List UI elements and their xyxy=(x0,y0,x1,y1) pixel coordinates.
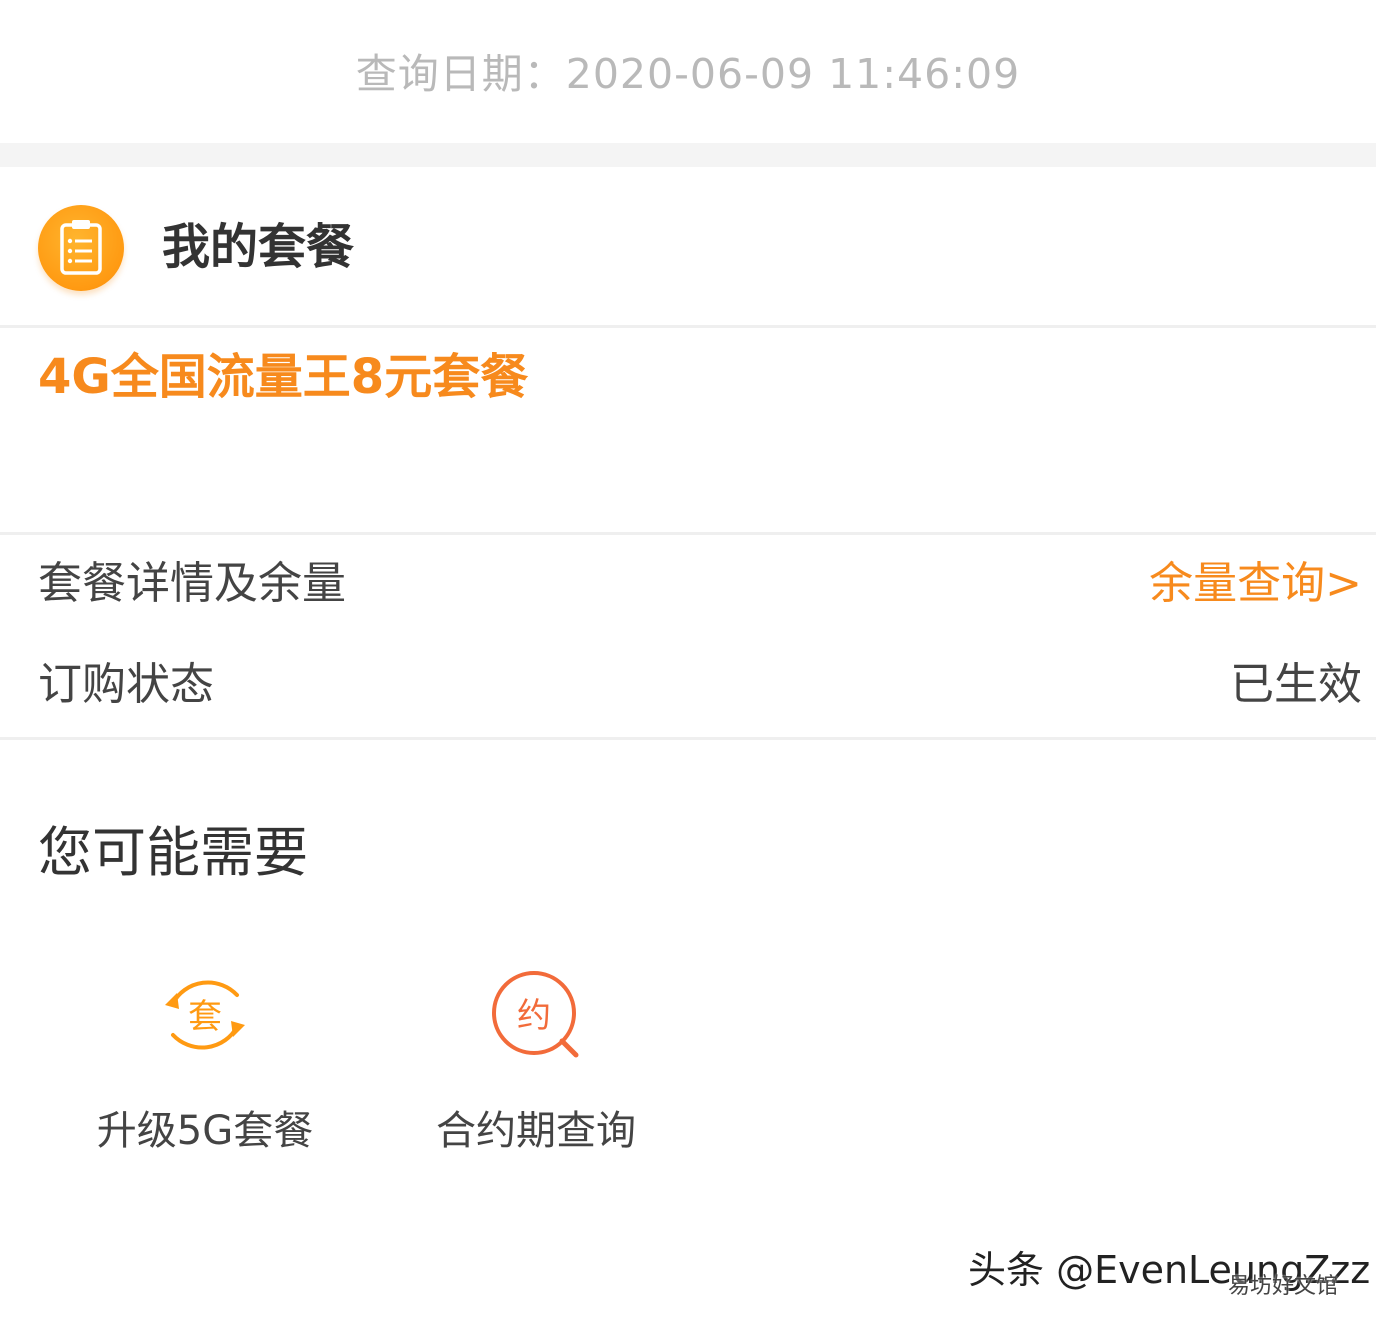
suggestions-title: 您可能需要 xyxy=(38,821,308,884)
upgrade-plan-icon-char: 套 xyxy=(188,997,222,1037)
section-divider xyxy=(0,143,1376,167)
order-status-value: 已生效 xyxy=(1230,659,1362,710)
upgrade-plan-icon: 套 xyxy=(155,965,255,1065)
contract-icon-char: 约 xyxy=(517,996,551,1036)
clipboard-icon xyxy=(38,205,124,291)
plan-detail-label: 套餐详情及余量 xyxy=(38,558,346,609)
plan-header: 我的套餐 xyxy=(0,167,1376,328)
watermark-subtext: 易坊好文馆 xyxy=(1228,1274,1339,1299)
divider xyxy=(0,737,1376,740)
contract-period-query-button[interactable]: 约 合约期查询 xyxy=(386,965,686,1165)
contract-search-icon: 约 xyxy=(486,965,586,1065)
plan-section-title: 我的套餐 xyxy=(162,219,355,275)
order-status-row: 订购状态 已生效 xyxy=(0,650,1376,720)
upgrade-5g-plan-button[interactable]: 套 升级5G套餐 xyxy=(55,965,355,1165)
contract-period-query-label: 合约期查询 xyxy=(436,1108,636,1154)
order-status-label: 订购状态 xyxy=(38,659,214,710)
plan-detail-row: 套餐详情及余量 余量查询> xyxy=(0,549,1376,619)
plan-name: 4G全国流量王8元套餐 xyxy=(38,349,529,405)
query-date: 查询日期：2020-06-09 11:46:09 xyxy=(355,50,1021,98)
upgrade-5g-plan-label: 升级5G套餐 xyxy=(96,1108,314,1154)
balance-query-link[interactable]: 余量查询> xyxy=(1149,549,1362,619)
divider xyxy=(0,532,1376,535)
